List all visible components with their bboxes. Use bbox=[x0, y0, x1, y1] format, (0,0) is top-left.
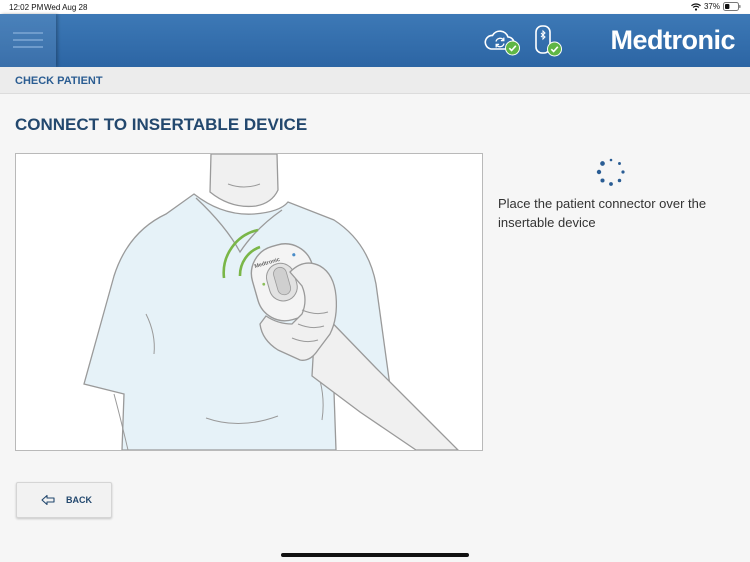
status-date: Wed Aug 28 bbox=[44, 3, 88, 12]
check-icon bbox=[547, 41, 562, 57]
breadcrumb: CHECK PATIENT bbox=[0, 67, 750, 94]
loading-spinner-icon bbox=[596, 158, 625, 186]
check-icon bbox=[505, 40, 520, 56]
battery-icon bbox=[723, 2, 741, 11]
back-button-label: BACK bbox=[66, 495, 92, 505]
spinner-dot bbox=[609, 158, 613, 162]
patient-connector-status-button[interactable] bbox=[532, 23, 566, 59]
spinner-dot bbox=[596, 169, 602, 175]
status-indicators: 37% bbox=[691, 2, 741, 11]
back-button[interactable]: BACK bbox=[16, 482, 112, 518]
menu-icon-line bbox=[13, 32, 43, 34]
patient-illustration: Medtronic bbox=[83, 154, 459, 450]
app-header: Medtronic bbox=[0, 14, 750, 67]
menu-icon-line bbox=[13, 39, 43, 41]
placement-illustration: Medtronic bbox=[15, 153, 483, 451]
status-bar: 12:02 PM Wed Aug 28 37% bbox=[0, 0, 750, 14]
cloud-sync-icon bbox=[484, 30, 520, 56]
battery-percent: 37% bbox=[703, 2, 720, 11]
patient-scrubs bbox=[83, 193, 391, 450]
status-time: 12:02 PM bbox=[9, 3, 44, 12]
spinner-dot bbox=[618, 162, 621, 165]
spinner-dot bbox=[600, 161, 605, 166]
menu-button[interactable] bbox=[0, 14, 56, 67]
page-title: CONNECT TO INSERTABLE DEVICE bbox=[15, 115, 308, 134]
spinner-dot bbox=[617, 178, 622, 183]
wifi-icon bbox=[691, 2, 701, 11]
placement-instruction: Place the patient connector over the ins… bbox=[498, 196, 707, 230]
menu-icon-line bbox=[13, 46, 43, 48]
home-indicator[interactable] bbox=[281, 553, 469, 557]
brand-logo: Medtronic bbox=[610, 25, 735, 55]
battery-fill bbox=[725, 4, 730, 9]
spinner-dot bbox=[609, 182, 613, 186]
spinner-dot bbox=[600, 178, 605, 183]
spinner-dot bbox=[621, 170, 625, 174]
cloud-sync-status-button[interactable] bbox=[482, 25, 522, 57]
patient-connector-icon bbox=[535, 25, 562, 57]
breadcrumb-label: CHECK PATIENT bbox=[15, 75, 103, 87]
back-arrow-icon bbox=[41, 494, 55, 506]
